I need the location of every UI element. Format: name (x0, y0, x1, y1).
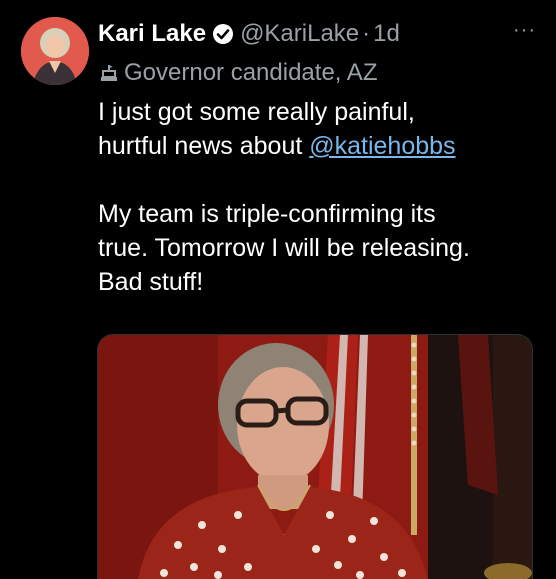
tweet-timestamp[interactable]: 1d (373, 20, 400, 48)
tweet-text-line: I just got some really painful, (98, 98, 415, 126)
author-label-text: Governor candidate, AZ (124, 59, 378, 86)
tweet-body: I just got some really painful, hurtful … (98, 95, 538, 299)
tweet-text-line: My team is triple-confirming its (98, 200, 436, 228)
author-name[interactable]: Kari Lake (98, 20, 206, 48)
more-options-icon[interactable]: ··· (513, 19, 536, 42)
author-handle[interactable]: @KariLake (240, 20, 359, 48)
header-separator: · (362, 20, 371, 47)
tweet[interactable]: Kari Lake @KariLake · 1d ··· Governor ca… (0, 0, 556, 579)
tweet-text-segment: hurtful news about (98, 132, 310, 160)
author-label: Governor candidate, AZ (98, 57, 377, 89)
verified-badge-icon (212, 23, 234, 45)
mention-link[interactable]: @katiehobbs (309, 132, 455, 160)
tweet-text-line: hurtful news about @katiehobbs (98, 129, 538, 163)
tweet-header: Kari Lake @KariLake · 1d ··· (98, 17, 536, 51)
government-building-icon (98, 62, 120, 84)
author-avatar[interactable] (21, 17, 89, 85)
tweet-media-image[interactable] (97, 334, 533, 579)
tweet-text-line: Bad stuff! (98, 268, 204, 296)
tweet-text-line: true. Tomorrow I will be releasing. (98, 234, 470, 262)
